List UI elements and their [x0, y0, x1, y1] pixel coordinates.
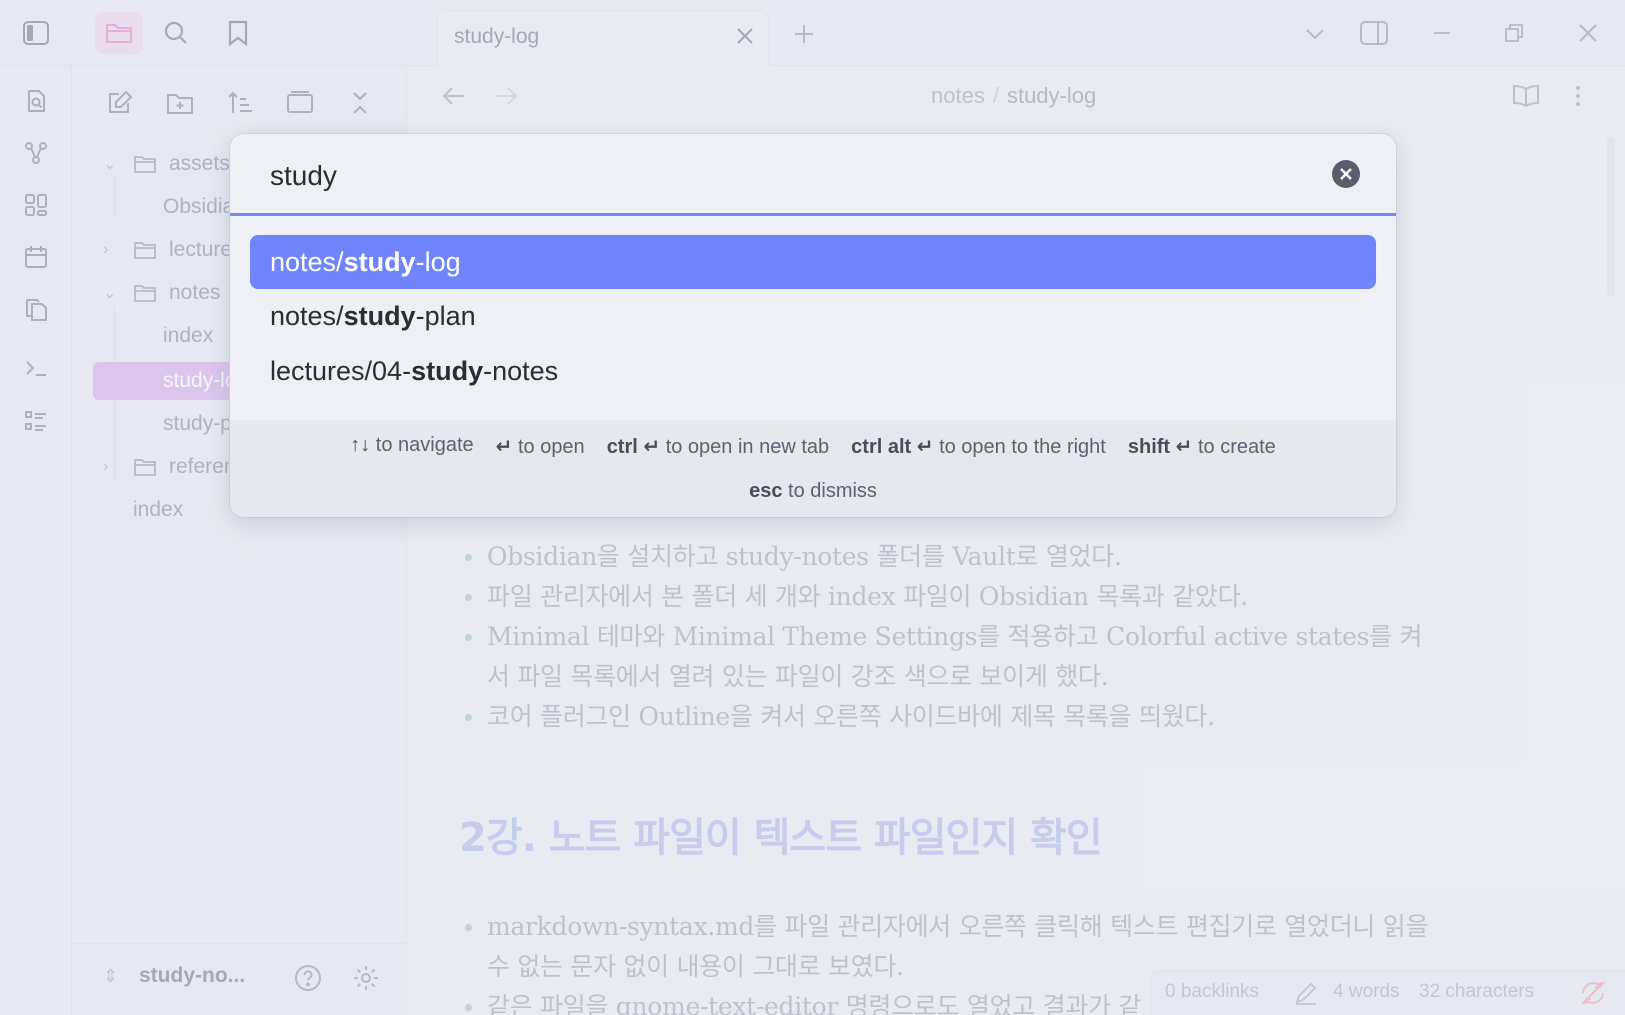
instruction-open-right: ctrl alt ↵ to open to the right [851, 436, 1106, 458]
quick-switcher-input[interactable] [270, 156, 1270, 196]
suggestion-item[interactable]: lectures/04- study -notes [250, 344, 1376, 398]
instruction-dismiss: esc to dismiss [749, 480, 877, 502]
instruction-open: ↵ to open [495, 436, 585, 458]
suggestion-item[interactable]: notes/study -log [250, 235, 1376, 289]
instruction-create: shift ↵ to create [1127, 436, 1276, 458]
quick-switcher-instructions: ↑↓ to navigate ↵ to open ctrl ↵ to open … [230, 420, 1396, 517]
quick-switcher-input-row [230, 134, 1396, 216]
instruction-navigate: ↑↓ to navigate [350, 434, 474, 456]
quick-switcher-modal: notes/study-log notes/study-plan lecture… [230, 134, 1396, 517]
suggestion-item[interactable]: notes/study -plan [250, 289, 1376, 343]
clear-search-icon[interactable] [1332, 160, 1360, 188]
instruction-open-new-tab: ctrl ↵ to open in new tab [606, 436, 830, 458]
